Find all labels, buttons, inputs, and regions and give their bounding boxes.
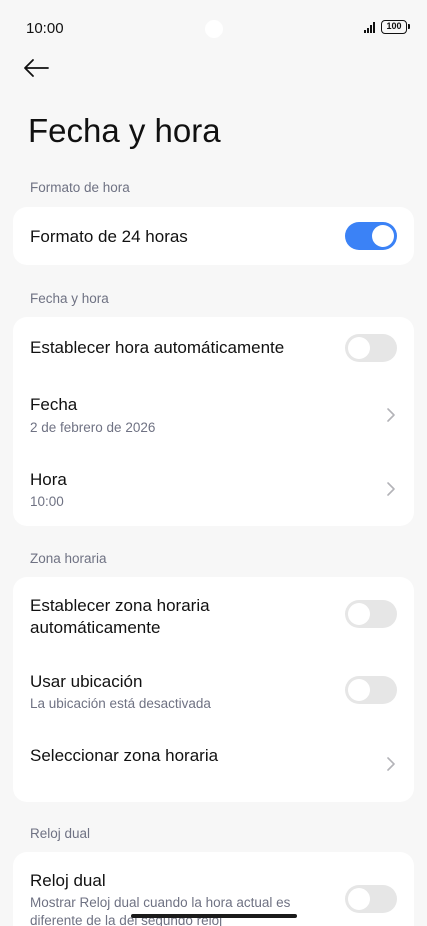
card-time-format: Formato de 24 horas xyxy=(13,207,414,265)
toggle-24h-format[interactable] xyxy=(345,222,397,250)
row-time[interactable]: Hora 10:00 xyxy=(13,451,414,526)
row-use-location-subtitle: La ubicación está desactivada xyxy=(30,696,211,711)
row-auto-timezone[interactable]: Establecer zona horaria automáticamente xyxy=(13,577,414,653)
section-label-time-format: Formato de hora xyxy=(30,180,130,195)
toggle-knob xyxy=(372,225,394,247)
row-auto-timezone-title-line2: automáticamente xyxy=(30,618,161,637)
row-time-title: Hora xyxy=(30,470,67,489)
chevron-right-icon xyxy=(387,757,395,771)
card-date-time: Establecer hora automáticamente Fecha 2 … xyxy=(13,317,414,526)
row-date-title: Fecha xyxy=(30,395,78,414)
row-auto-timezone-title-line1: Establecer zona horaria xyxy=(30,596,210,615)
status-time: 10:00 xyxy=(26,20,64,37)
row-24h-format[interactable]: Formato de 24 horas xyxy=(13,207,414,265)
row-select-timezone[interactable]: Seleccionar zona horaria xyxy=(13,725,414,802)
row-time-value: 10:00 xyxy=(30,494,64,509)
toggle-knob xyxy=(348,337,370,359)
row-select-timezone-title: Seleccionar zona horaria xyxy=(30,746,219,765)
row-date[interactable]: Fecha 2 de febrero de 2026 xyxy=(13,379,414,451)
card-timezone: Establecer zona horaria automáticamente … xyxy=(13,577,414,802)
row-use-location-title: Usar ubicación xyxy=(30,672,143,691)
section-label-timezone: Zona horaria xyxy=(30,551,107,566)
toggle-knob xyxy=(348,603,370,625)
camera-cutout xyxy=(205,20,223,38)
back-button[interactable] xyxy=(22,58,62,88)
row-24h-format-title: Formato de 24 horas xyxy=(30,227,188,246)
row-dual-clock-title: Reloj dual xyxy=(30,871,106,890)
toggle-knob xyxy=(348,888,370,910)
toggle-knob xyxy=(348,679,370,701)
signal-icon xyxy=(364,21,375,33)
back-arrow-icon xyxy=(24,59,49,77)
status-bar: 10:00 100 xyxy=(0,0,427,56)
home-indicator[interactable] xyxy=(131,914,297,918)
toggle-dual-clock[interactable] xyxy=(345,885,397,913)
section-label-dual-clock: Reloj dual xyxy=(30,826,91,841)
chevron-right-icon xyxy=(387,482,395,496)
battery-level: 100 xyxy=(386,21,402,31)
battery-icon: 100 xyxy=(381,20,410,34)
row-use-location[interactable]: Usar ubicación La ubicación está desacti… xyxy=(13,653,414,725)
chevron-right-icon xyxy=(387,408,395,422)
section-label-date-time: Fecha y hora xyxy=(30,291,109,306)
row-auto-time-title: Establecer hora automáticamente xyxy=(30,338,285,357)
row-auto-time[interactable]: Establecer hora automáticamente xyxy=(13,317,414,379)
status-icons: 100 xyxy=(364,20,410,34)
toggle-use-location[interactable] xyxy=(345,676,397,704)
page-title: Fecha y hora xyxy=(28,112,221,149)
row-dual-clock-subtitle-line1: Mostrar Reloj dual cuando la hora actual… xyxy=(30,895,291,910)
toggle-auto-time[interactable] xyxy=(345,334,397,362)
toggle-auto-timezone[interactable] xyxy=(345,600,397,628)
row-date-value: 2 de febrero de 2026 xyxy=(30,420,156,435)
